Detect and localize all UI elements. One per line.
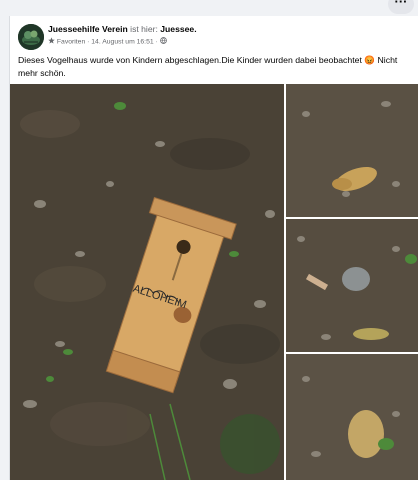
more-options-button[interactable]: ··· xyxy=(388,0,414,14)
star-icon xyxy=(48,37,55,46)
avatar[interactable] xyxy=(18,24,44,50)
debris-photo-2 xyxy=(286,219,418,352)
checkin-text: ist hier: xyxy=(130,24,158,34)
post-header: Juesseehilfe Verein ist hier: Juessee. xyxy=(48,24,197,34)
avatar-image xyxy=(18,24,44,50)
debris-photo-1 xyxy=(286,84,418,217)
photo-debris-3[interactable] xyxy=(286,354,418,480)
photo-grid: ALLOHEIM xyxy=(10,84,418,480)
birdhouse-photo: ALLOHEIM xyxy=(10,84,284,480)
photo-debris-1[interactable] xyxy=(286,84,418,217)
post-card: Juesseehilfe Verein ist hier: Juessee. F… xyxy=(9,16,418,480)
meta-separator-2: · xyxy=(155,38,158,46)
post-date[interactable]: 14. August um 16:51 xyxy=(91,38,153,45)
location-link[interactable]: Juessee. xyxy=(160,24,196,34)
meta-separator: · xyxy=(87,38,90,46)
photo-debris-2[interactable] xyxy=(286,219,418,352)
more-dots-icon: ··· xyxy=(394,0,408,9)
photo-birdhouse[interactable]: ALLOHEIM xyxy=(10,84,284,480)
debris-photo-3 xyxy=(286,354,418,480)
post-text: Dieses Vogelhaus wurde von Kindern abges… xyxy=(18,55,398,78)
post-meta: Favoriten · 14. August um 16:51 · xyxy=(48,37,167,46)
audience-label[interactable]: Favoriten xyxy=(57,38,85,45)
globe-icon[interactable] xyxy=(159,37,167,46)
top-bar: ··· xyxy=(0,0,418,16)
author-name[interactable]: Juesseehilfe Verein xyxy=(48,24,128,34)
